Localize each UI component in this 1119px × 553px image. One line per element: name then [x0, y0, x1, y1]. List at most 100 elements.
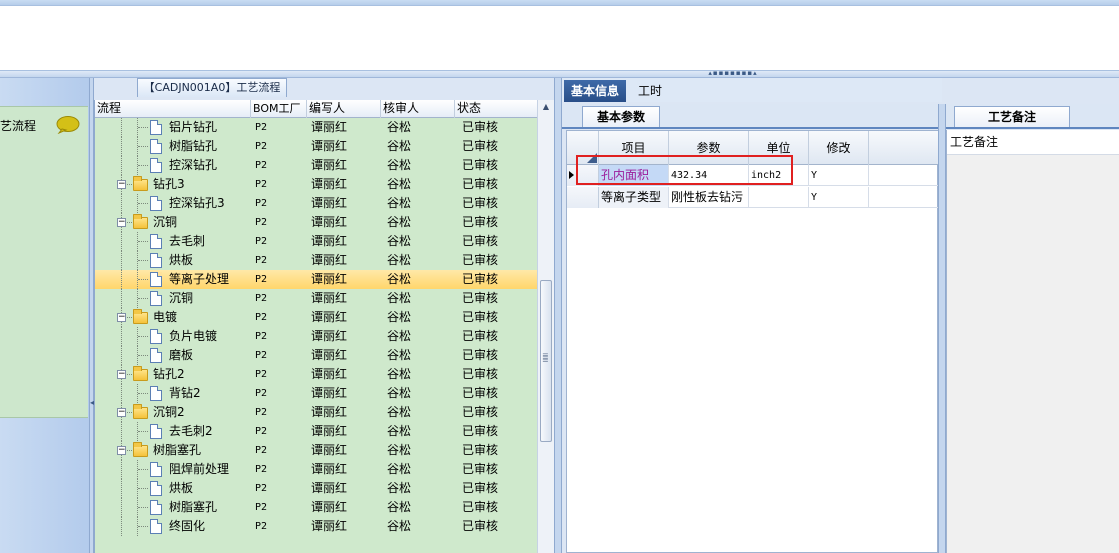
tab-basic-params[interactable]: 基本参数: [582, 106, 660, 128]
param-unit[interactable]: [749, 187, 809, 208]
tree-node[interactable]: − 树脂塞孔: [95, 441, 251, 460]
cell-bom[interactable]: P2: [255, 422, 307, 441]
cell-writer[interactable]: 谭丽红: [311, 175, 385, 194]
cell-reviewer[interactable]: 谷松: [387, 479, 461, 498]
tree-node[interactable]: − 钻孔3: [95, 175, 251, 194]
cell-reviewer[interactable]: 谷松: [387, 194, 461, 213]
splitter-grip-icon[interactable]: ▴▪▪▪▪▪▪▪▴: [708, 70, 758, 77]
cell-status[interactable]: 已审核: [462, 289, 536, 308]
col-header-status[interactable]: 状态: [455, 100, 537, 118]
cell-writer[interactable]: 谭丽红: [311, 308, 385, 327]
cell-reviewer[interactable]: 谷松: [387, 137, 461, 156]
cell-reviewer[interactable]: 谷松: [387, 422, 461, 441]
tree-row[interactable]: 等离子处理 P2 谭丽红 谷松 已审核: [95, 270, 537, 289]
cell-writer[interactable]: 谭丽红: [311, 441, 385, 460]
cell-bom[interactable]: P2: [255, 479, 307, 498]
param-modify[interactable]: Y: [809, 165, 869, 186]
cell-reviewer[interactable]: 谷松: [387, 213, 461, 232]
tree-node[interactable]: 树脂钻孔: [95, 137, 251, 156]
cell-bom[interactable]: P2: [255, 194, 307, 213]
cell-writer[interactable]: 谭丽红: [311, 232, 385, 251]
cell-status[interactable]: 已审核: [462, 460, 536, 479]
cell-bom[interactable]: P2: [255, 441, 307, 460]
collapse-toggle-icon[interactable]: −: [117, 370, 126, 379]
tree-row[interactable]: 烘板 P2 谭丽红 谷松 已审核: [95, 479, 537, 498]
collapse-toggle-icon[interactable]: −: [117, 218, 126, 227]
left-process-card[interactable]: 艺流程: [0, 106, 88, 418]
tree-row[interactable]: 树脂钻孔 P2 谭丽红 谷松 已审核: [95, 137, 537, 156]
tree-node[interactable]: 沉铜: [95, 289, 251, 308]
tree-node[interactable]: 磨板: [95, 346, 251, 365]
cell-status[interactable]: 已审核: [462, 384, 536, 403]
tree-node[interactable]: − 电镀: [95, 308, 251, 327]
cell-bom[interactable]: P2: [255, 213, 307, 232]
collapse-toggle-icon[interactable]: −: [117, 408, 126, 417]
cell-reviewer[interactable]: 谷松: [387, 156, 461, 175]
cell-reviewer[interactable]: 谷松: [387, 118, 461, 137]
cell-writer[interactable]: 谭丽红: [311, 384, 385, 403]
cell-reviewer[interactable]: 谷松: [387, 460, 461, 479]
cell-reviewer[interactable]: 谷松: [387, 384, 461, 403]
tree-row[interactable]: 铝片钻孔 P2 谭丽红 谷松 已审核: [95, 118, 537, 137]
tree-node[interactable]: 等离子处理: [95, 270, 251, 289]
cell-reviewer[interactable]: 谷松: [387, 365, 461, 384]
cell-status[interactable]: 已审核: [462, 137, 536, 156]
cell-bom[interactable]: P2: [255, 517, 307, 536]
tree-row[interactable]: 阻焊前处理 P2 谭丽红 谷松 已审核: [95, 460, 537, 479]
cell-reviewer[interactable]: 谷松: [387, 308, 461, 327]
tree-row[interactable]: − 树脂塞孔 P2 谭丽红 谷松 已审核: [95, 441, 537, 460]
cell-bom[interactable]: P2: [255, 137, 307, 156]
tree-node[interactable]: 终固化: [95, 517, 251, 536]
tree-node[interactable]: 控深钻孔: [95, 156, 251, 175]
tree-node[interactable]: 去毛刺: [95, 232, 251, 251]
tree-node[interactable]: − 沉铜: [95, 213, 251, 232]
tab-process-remark[interactable]: 工艺备注: [954, 106, 1070, 128]
cell-bom[interactable]: P2: [255, 251, 307, 270]
tree-row[interactable]: 沉铜 P2 谭丽红 谷松 已审核: [95, 289, 537, 308]
cell-writer[interactable]: 谭丽红: [311, 346, 385, 365]
col-header-writer[interactable]: 编写人: [307, 100, 381, 118]
param-modify[interactable]: Y: [809, 187, 869, 208]
cell-status[interactable]: 已审核: [462, 118, 536, 137]
cell-writer[interactable]: 谭丽红: [311, 137, 385, 156]
cell-reviewer[interactable]: 谷松: [387, 403, 461, 422]
cell-reviewer[interactable]: 谷松: [387, 175, 461, 194]
cell-reviewer[interactable]: 谷松: [387, 251, 461, 270]
tree-node[interactable]: 树脂塞孔: [95, 498, 251, 517]
tree-row[interactable]: 终固化 P2 谭丽红 谷松 已审核: [95, 517, 537, 536]
tree-node[interactable]: − 钻孔2: [95, 365, 251, 384]
cell-writer[interactable]: 谭丽红: [311, 498, 385, 517]
cell-status[interactable]: 已审核: [462, 232, 536, 251]
cell-bom[interactable]: P2: [255, 327, 307, 346]
cell-bom[interactable]: P2: [255, 118, 307, 137]
cell-reviewer[interactable]: 谷松: [387, 232, 461, 251]
cell-status[interactable]: 已审核: [462, 441, 536, 460]
tab-work-hours[interactable]: 工时: [638, 80, 678, 102]
cell-writer[interactable]: 谭丽红: [311, 118, 385, 137]
cell-bom[interactable]: P2: [255, 156, 307, 175]
collapse-toggle-icon[interactable]: −: [117, 446, 126, 455]
col-header-bom[interactable]: BOM工厂: [251, 100, 307, 118]
cell-reviewer[interactable]: 谷松: [387, 498, 461, 517]
tree-row[interactable]: 负片电镀 P2 谭丽红 谷松 已审核: [95, 327, 537, 346]
cell-writer[interactable]: 谭丽红: [311, 251, 385, 270]
tree-node[interactable]: 去毛刺2: [95, 422, 251, 441]
cell-writer[interactable]: 谭丽红: [311, 422, 385, 441]
cell-status[interactable]: 已审核: [462, 270, 536, 289]
cell-writer[interactable]: 谭丽红: [311, 156, 385, 175]
cell-bom[interactable]: P2: [255, 308, 307, 327]
collapse-toggle-icon[interactable]: −: [117, 313, 126, 322]
tree-node[interactable]: 烘板: [95, 251, 251, 270]
param-value[interactable]: 刚性板去钻污: [669, 187, 749, 208]
tree-row[interactable]: 去毛刺2 P2 谭丽红 谷松 已审核: [95, 422, 537, 441]
middle-splitter[interactable]: [554, 78, 562, 553]
cell-status[interactable]: 已审核: [462, 498, 536, 517]
cell-status[interactable]: 已审核: [462, 479, 536, 498]
tree-node[interactable]: − 沉铜2: [95, 403, 251, 422]
cell-bom[interactable]: P2: [255, 289, 307, 308]
cell-bom[interactable]: P2: [255, 460, 307, 479]
cell-status[interactable]: 已审核: [462, 346, 536, 365]
cell-bom[interactable]: P2: [255, 498, 307, 517]
cell-status[interactable]: 已审核: [462, 251, 536, 270]
process-tab[interactable]: 【CADJN001A0】工艺流程: [137, 78, 287, 97]
